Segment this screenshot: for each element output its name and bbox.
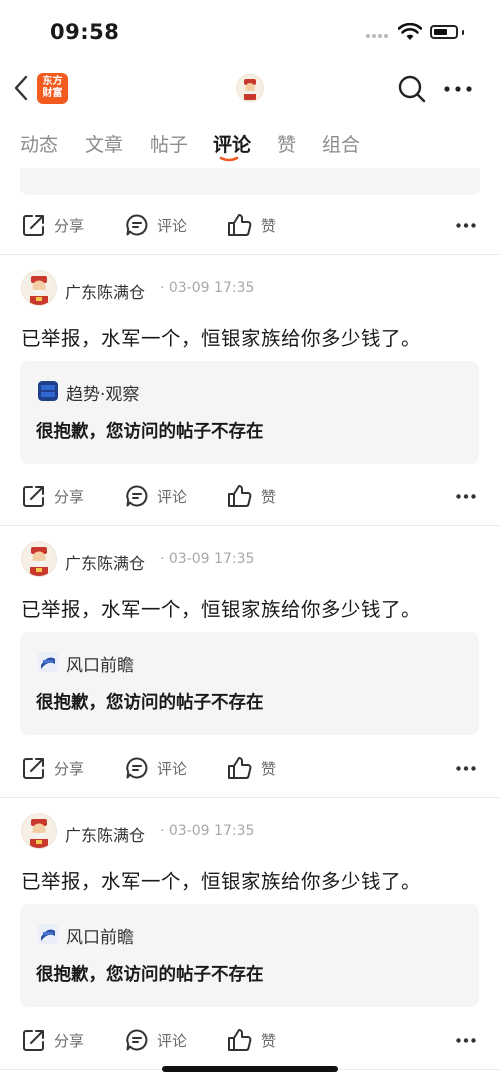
share-button[interactable]: 分享 (22, 203, 84, 247)
avatar[interactable] (21, 813, 57, 849)
quote-source-name: 风口前瞻 (66, 656, 134, 676)
quote-source-name: 风口前瞻 (66, 928, 134, 948)
tab-activity[interactable]: 动态 (20, 130, 58, 157)
like-label: 赞 (261, 216, 277, 235)
author-name[interactable]: 广东陈满仓 (65, 279, 145, 303)
tab-posts[interactable]: 帖子 (150, 130, 188, 157)
avatar[interactable] (236, 74, 264, 102)
quote-message: 很抱歉，您访问的帖子不存在 (36, 965, 264, 985)
like-button[interactable]: 赞 (227, 474, 276, 518)
avatar[interactable] (21, 541, 57, 577)
quote-message: 很抱歉，您访问的帖子不存在 (36, 693, 264, 713)
fortune-god-avatar-icon (244, 79, 256, 100)
status-bar: 09:58 (0, 0, 500, 62)
comment-button[interactable]: 评论 (125, 1018, 187, 1062)
divider (0, 525, 500, 526)
like-button[interactable]: 赞 (227, 203, 276, 247)
search-icon[interactable] (397, 74, 427, 104)
comment-label: 评论 (157, 487, 188, 506)
comment-label: 评论 (157, 1031, 188, 1050)
author-name[interactable]: 广东陈满仓 (65, 550, 145, 574)
avatar[interactable] (21, 270, 57, 306)
share-icon (23, 1030, 44, 1051)
wifi-icon (398, 23, 422, 40)
trend-watch-logo-icon (38, 381, 58, 401)
fortune-god-avatar-icon (30, 276, 48, 305)
comment-icon (126, 485, 148, 507)
comment-icon (126, 1029, 148, 1051)
post-text: 已举报，水军一个，恒银家族给你多少钱了。 (21, 598, 422, 621)
like-label: 赞 (261, 759, 277, 778)
post-text: 已举报，水军一个，恒银家族给你多少钱了。 (21, 870, 422, 893)
more-options-icon[interactable] (456, 494, 476, 499)
thumbs-up-icon (228, 485, 252, 507)
nav-bar: 东方 财富 (0, 62, 500, 114)
share-icon (23, 486, 44, 507)
comment-icon (126, 757, 148, 779)
like-button[interactable]: 赞 (227, 1018, 276, 1062)
quoted-post-card[interactable]: 趋势·观察 很抱歉，您访问的帖子不存在 (20, 361, 479, 464)
author-name[interactable]: 广东陈满仓 (65, 822, 145, 846)
active-tab-indicator (219, 156, 239, 162)
tab-bar: 动态 文章 帖子 评论 赞 组合 (0, 122, 500, 170)
quoted-post-card[interactable]: 风口前瞻 很抱歉，您访问的帖子不存在 (20, 632, 479, 735)
comment-label: 评论 (157, 216, 188, 235)
divider (0, 254, 500, 255)
post-actions: 分享 评论 赞 (0, 746, 500, 790)
post-actions: 分享 评论 赞 (0, 474, 500, 518)
post-time: · 03-09 17:35 (160, 280, 255, 296)
back-icon[interactable] (12, 74, 30, 102)
quoted-post-card[interactable]: 风口前瞻 很抱歉，您访问的帖子不存在 (20, 904, 479, 1007)
quote-source-name: 趋势·观察 (66, 385, 140, 405)
wind-vane-logo-icon (38, 652, 58, 672)
quote-card-partial[interactable] (20, 168, 480, 195)
post-text: 已举报，水军一个，恒银家族给你多少钱了。 (21, 327, 422, 350)
more-options-icon[interactable] (456, 766, 476, 771)
post-actions: 分享 评论 赞 (0, 1018, 500, 1062)
share-label: 分享 (54, 216, 85, 235)
share-label: 分享 (54, 759, 85, 778)
tab-comments[interactable]: 评论 (213, 130, 251, 157)
fortune-god-avatar-icon (30, 547, 48, 576)
battery-icon (430, 25, 458, 39)
share-icon (23, 758, 44, 779)
like-button[interactable]: 赞 (227, 746, 276, 790)
more-options-icon[interactable] (456, 223, 476, 228)
wind-vane-logo-icon (38, 924, 58, 944)
fortune-god-avatar-icon (30, 819, 48, 848)
share-button[interactable]: 分享 (22, 746, 84, 790)
divider (0, 797, 500, 798)
status-time: 09:58 (50, 20, 120, 44)
share-button[interactable]: 分享 (22, 1018, 84, 1062)
tab-likes[interactable]: 赞 (277, 130, 296, 157)
thumbs-up-icon (228, 1029, 252, 1051)
like-label: 赞 (261, 1031, 277, 1050)
quote-message: 很抱歉，您访问的帖子不存在 (36, 422, 264, 442)
post-actions: 分享 评论 赞 (0, 203, 500, 247)
more-icon[interactable] (444, 86, 472, 92)
more-options-icon[interactable] (456, 1038, 476, 1043)
share-label: 分享 (54, 487, 85, 506)
comment-label: 评论 (157, 759, 188, 778)
share-icon (23, 215, 44, 236)
home-indicator[interactable] (162, 1066, 338, 1072)
comment-button[interactable]: 评论 (125, 474, 187, 518)
comment-button[interactable]: 评论 (125, 746, 187, 790)
signal-icon (366, 34, 392, 42)
share-button[interactable]: 分享 (22, 474, 84, 518)
tab-portfolio[interactable]: 组合 (322, 130, 360, 157)
app-logo[interactable]: 东方 财富 (37, 73, 68, 104)
like-label: 赞 (261, 487, 277, 506)
thumbs-up-icon (228, 757, 252, 779)
comment-icon (126, 214, 148, 236)
comment-button[interactable]: 评论 (125, 203, 187, 247)
thumbs-up-icon (228, 214, 252, 236)
tab-articles[interactable]: 文章 (85, 130, 123, 157)
post-time: · 03-09 17:35 (160, 823, 255, 839)
share-label: 分享 (54, 1031, 85, 1050)
post-time: · 03-09 17:35 (160, 551, 255, 567)
